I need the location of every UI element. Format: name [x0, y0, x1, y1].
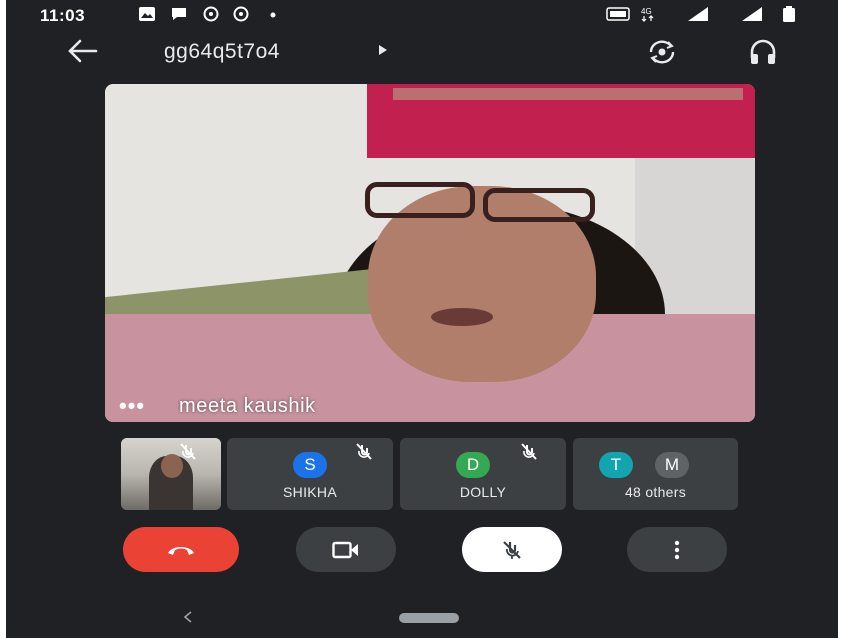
- mic-off-icon: [356, 443, 372, 460]
- headphones-icon[interactable]: [748, 38, 778, 66]
- participant-count: 48 others: [624, 484, 687, 500]
- home-pill[interactable]: [399, 613, 459, 623]
- chat-bubble-icon: [172, 8, 186, 20]
- svg-text:4G: 4G: [641, 7, 652, 16]
- self-video-tile[interactable]: [121, 438, 221, 510]
- glasses-left: [365, 182, 475, 218]
- more-options-button[interactable]: [627, 527, 727, 572]
- speaker-mouth: [431, 308, 493, 326]
- participant-tile-dolly[interactable]: D DOLLY: [400, 438, 566, 510]
- dot-icon: [270, 12, 276, 18]
- main-video-feed[interactable]: ••• meeta kaushik: [105, 84, 755, 422]
- whatsapp-icon: [203, 6, 219, 22]
- battery-icon: [783, 6, 795, 22]
- mic-off-icon: [503, 540, 521, 559]
- back-arrow-icon[interactable]: [64, 36, 100, 66]
- status-time: 11:03: [40, 6, 86, 25]
- speaker-name: meeta kaushik: [179, 395, 316, 417]
- whatsapp-icon: [233, 6, 249, 22]
- avatar: S: [293, 452, 327, 478]
- background-board: [367, 84, 755, 158]
- hang-up-icon: [168, 546, 194, 555]
- participant-name: SHIKHA: [283, 484, 337, 500]
- mic-off-icon: [521, 443, 537, 460]
- more-vert-icon: [674, 540, 680, 559]
- avatar: D: [456, 452, 490, 478]
- meeting-details-arrow-icon[interactable]: [379, 45, 387, 55]
- participant-tile-shikha[interactable]: S SHIKHA: [227, 438, 393, 510]
- toggle-video-button[interactable]: [296, 527, 396, 572]
- 4g-icon: 4G: [641, 7, 654, 22]
- glasses-right: [483, 188, 595, 222]
- signal-icon: [742, 7, 762, 21]
- end-call-button[interactable]: [123, 527, 239, 572]
- phone-screen: 11:03 4G gg64q5t7o4 ••• meeta kaushik S …: [6, 0, 838, 638]
- toggle-mic-button[interactable]: [462, 527, 562, 572]
- status-bar: 11:03 4G: [6, 0, 838, 30]
- meeting-code[interactable]: gg64q5t7o4: [164, 40, 280, 64]
- video-camera-icon: [332, 541, 358, 558]
- flip-camera-icon[interactable]: [647, 38, 677, 66]
- avatar: M: [655, 452, 689, 478]
- gallery-icon: [139, 7, 155, 21]
- avatar: T: [599, 452, 633, 478]
- participant-name: DOLLY: [459, 484, 507, 500]
- nav-back-icon[interactable]: [180, 606, 196, 628]
- meeting-header: gg64q5t7o4: [6, 30, 838, 74]
- participant-options-icon[interactable]: •••: [119, 395, 145, 417]
- volte-icon: [606, 7, 630, 21]
- mic-off-icon: [180, 443, 196, 460]
- participant-tile-others[interactable]: T M 48 others: [573, 438, 738, 510]
- signal-icon: [688, 7, 708, 21]
